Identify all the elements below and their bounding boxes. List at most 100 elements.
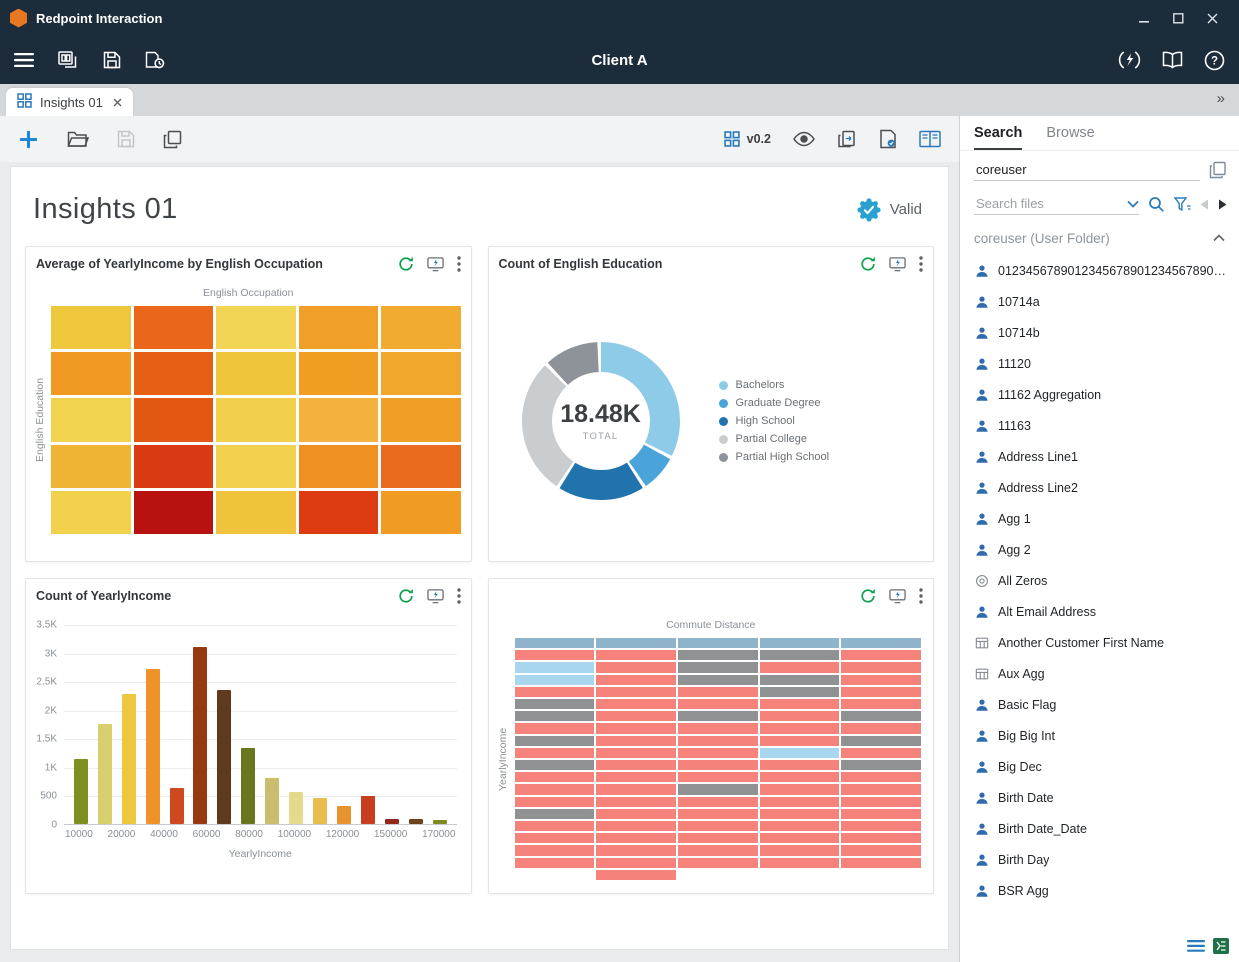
chevron-down-icon[interactable] xyxy=(1127,200,1139,208)
boards-icon[interactable] xyxy=(58,51,79,69)
field-list-item[interactable]: 10714b xyxy=(960,317,1239,348)
mosaic-segment[interactable] xyxy=(515,650,595,660)
mosaic-segment[interactable] xyxy=(515,797,595,807)
heatmap-cell[interactable] xyxy=(381,491,461,534)
mosaic-segment[interactable] xyxy=(678,858,758,868)
mosaic-segment[interactable] xyxy=(596,662,676,672)
heatmap-cell[interactable] xyxy=(51,445,131,488)
mosaic-segment[interactable] xyxy=(515,736,595,746)
mosaic-segment[interactable] xyxy=(678,687,758,697)
search-icon[interactable] xyxy=(1148,196,1165,213)
display-settings-icon[interactable] xyxy=(427,588,444,604)
mosaic-segment[interactable] xyxy=(596,797,676,807)
help-icon[interactable]: ? xyxy=(1204,50,1225,71)
bar[interactable] xyxy=(193,647,207,824)
heatmap-cell[interactable] xyxy=(134,491,214,534)
mosaic-segment[interactable] xyxy=(841,772,921,782)
field-list-item[interactable]: All Zeros xyxy=(960,565,1239,596)
mosaic-segment[interactable] xyxy=(760,711,840,721)
mosaic-segment[interactable] xyxy=(841,760,921,770)
mosaic-segment[interactable] xyxy=(678,662,758,672)
legend-item[interactable]: Partial High School xyxy=(719,451,830,463)
bar[interactable] xyxy=(385,819,399,824)
field-list-item[interactable]: 11163 xyxy=(960,410,1239,441)
heatmap-cell[interactable] xyxy=(216,445,296,488)
maximize-icon[interactable] xyxy=(1161,4,1195,32)
heatmap-cell[interactable] xyxy=(381,352,461,395)
mosaic-segment[interactable] xyxy=(596,736,676,746)
heatmap-cell[interactable] xyxy=(134,306,214,349)
heatmap-cell[interactable] xyxy=(216,352,296,395)
field-list-item[interactable]: Aux Agg xyxy=(960,658,1239,689)
mosaic-segment[interactable] xyxy=(678,736,758,746)
field-list-item[interactable]: Big Big Int xyxy=(960,720,1239,751)
mosaic-segment[interactable] xyxy=(596,638,676,648)
field-list-item[interactable]: 10714a xyxy=(960,286,1239,317)
heatmap-cell[interactable] xyxy=(216,398,296,441)
mosaic-segment[interactable] xyxy=(841,858,921,868)
heatmap-cell[interactable] xyxy=(381,306,461,349)
mosaic-segment[interactable] xyxy=(678,821,758,831)
mosaic-segment[interactable] xyxy=(596,650,676,660)
display-settings-icon[interactable] xyxy=(427,256,444,272)
mosaic-segment[interactable] xyxy=(596,675,676,685)
mosaic-segment[interactable] xyxy=(596,748,676,758)
list-view-icon[interactable] xyxy=(1187,939,1205,953)
mosaic-segment[interactable] xyxy=(515,784,595,794)
field-list-item[interactable]: Birth Day xyxy=(960,844,1239,875)
bar[interactable] xyxy=(313,798,327,824)
mosaic-segment[interactable] xyxy=(841,784,921,794)
search-files-input[interactable] xyxy=(974,193,1127,214)
mosaic-segment[interactable] xyxy=(760,797,840,807)
mosaic-segment[interactable] xyxy=(515,687,595,697)
legend-item[interactable]: High School xyxy=(719,415,830,427)
mosaic-segment[interactable] xyxy=(760,821,840,831)
mosaic-segment[interactable] xyxy=(841,723,921,733)
mosaic-segment[interactable] xyxy=(678,699,758,709)
excel-export-icon[interactable] xyxy=(1213,938,1229,954)
mosaic-segment[interactable] xyxy=(515,638,595,648)
mosaic-segment[interactable] xyxy=(596,699,676,709)
mosaic-segment[interactable] xyxy=(841,736,921,746)
mosaic-segment[interactable] xyxy=(515,760,595,770)
mosaic-segment[interactable] xyxy=(678,675,758,685)
field-list-item[interactable]: Alt Email Address xyxy=(960,596,1239,627)
mosaic-segment[interactable] xyxy=(596,809,676,819)
kebab-menu-icon[interactable] xyxy=(919,256,923,272)
field-list-item[interactable]: 11162 Aggregation xyxy=(960,379,1239,410)
tab-overflow-chevrons[interactable]: » xyxy=(1217,90,1225,107)
mosaic-segment[interactable] xyxy=(678,772,758,782)
mosaic-segment[interactable] xyxy=(841,687,921,697)
mosaic-segment[interactable] xyxy=(678,845,758,855)
mosaic-segment[interactable] xyxy=(841,711,921,721)
legend-item[interactable]: Partial College xyxy=(719,433,830,445)
mosaic-segment[interactable] xyxy=(841,821,921,831)
mosaic-segment[interactable] xyxy=(841,675,921,685)
heatmap-cell[interactable] xyxy=(51,352,131,395)
add-button[interactable] xyxy=(18,129,39,150)
mosaic-segment[interactable] xyxy=(760,809,840,819)
mosaic-segment[interactable] xyxy=(515,809,595,819)
bar[interactable] xyxy=(433,820,447,824)
heatmap-cell[interactable] xyxy=(134,445,214,488)
bar[interactable] xyxy=(146,669,160,824)
mosaic-segment[interactable] xyxy=(515,662,595,672)
mosaic-segment[interactable] xyxy=(760,687,840,697)
copy-page-icon[interactable] xyxy=(837,129,857,149)
bar[interactable] xyxy=(241,748,255,824)
mosaic-segment[interactable] xyxy=(760,675,840,685)
mosaic-segment[interactable] xyxy=(760,723,840,733)
kebab-menu-icon[interactable] xyxy=(457,256,461,272)
field-list-item[interactable]: 0123456789012345678901234567890123456789… xyxy=(960,255,1239,286)
mosaic-segment[interactable] xyxy=(841,845,921,855)
heatmap-cell[interactable] xyxy=(216,306,296,349)
mosaic-segment[interactable] xyxy=(515,699,595,709)
field-list-item[interactable]: Agg 1 xyxy=(960,503,1239,534)
open-folder-button[interactable] xyxy=(67,130,89,148)
bar[interactable] xyxy=(98,724,112,824)
mosaic-segment[interactable] xyxy=(515,833,595,843)
refresh-icon[interactable] xyxy=(398,588,414,604)
minimize-icon[interactable] xyxy=(1127,4,1161,32)
mosaic-segment[interactable] xyxy=(515,675,595,685)
mosaic-segment[interactable] xyxy=(841,650,921,660)
